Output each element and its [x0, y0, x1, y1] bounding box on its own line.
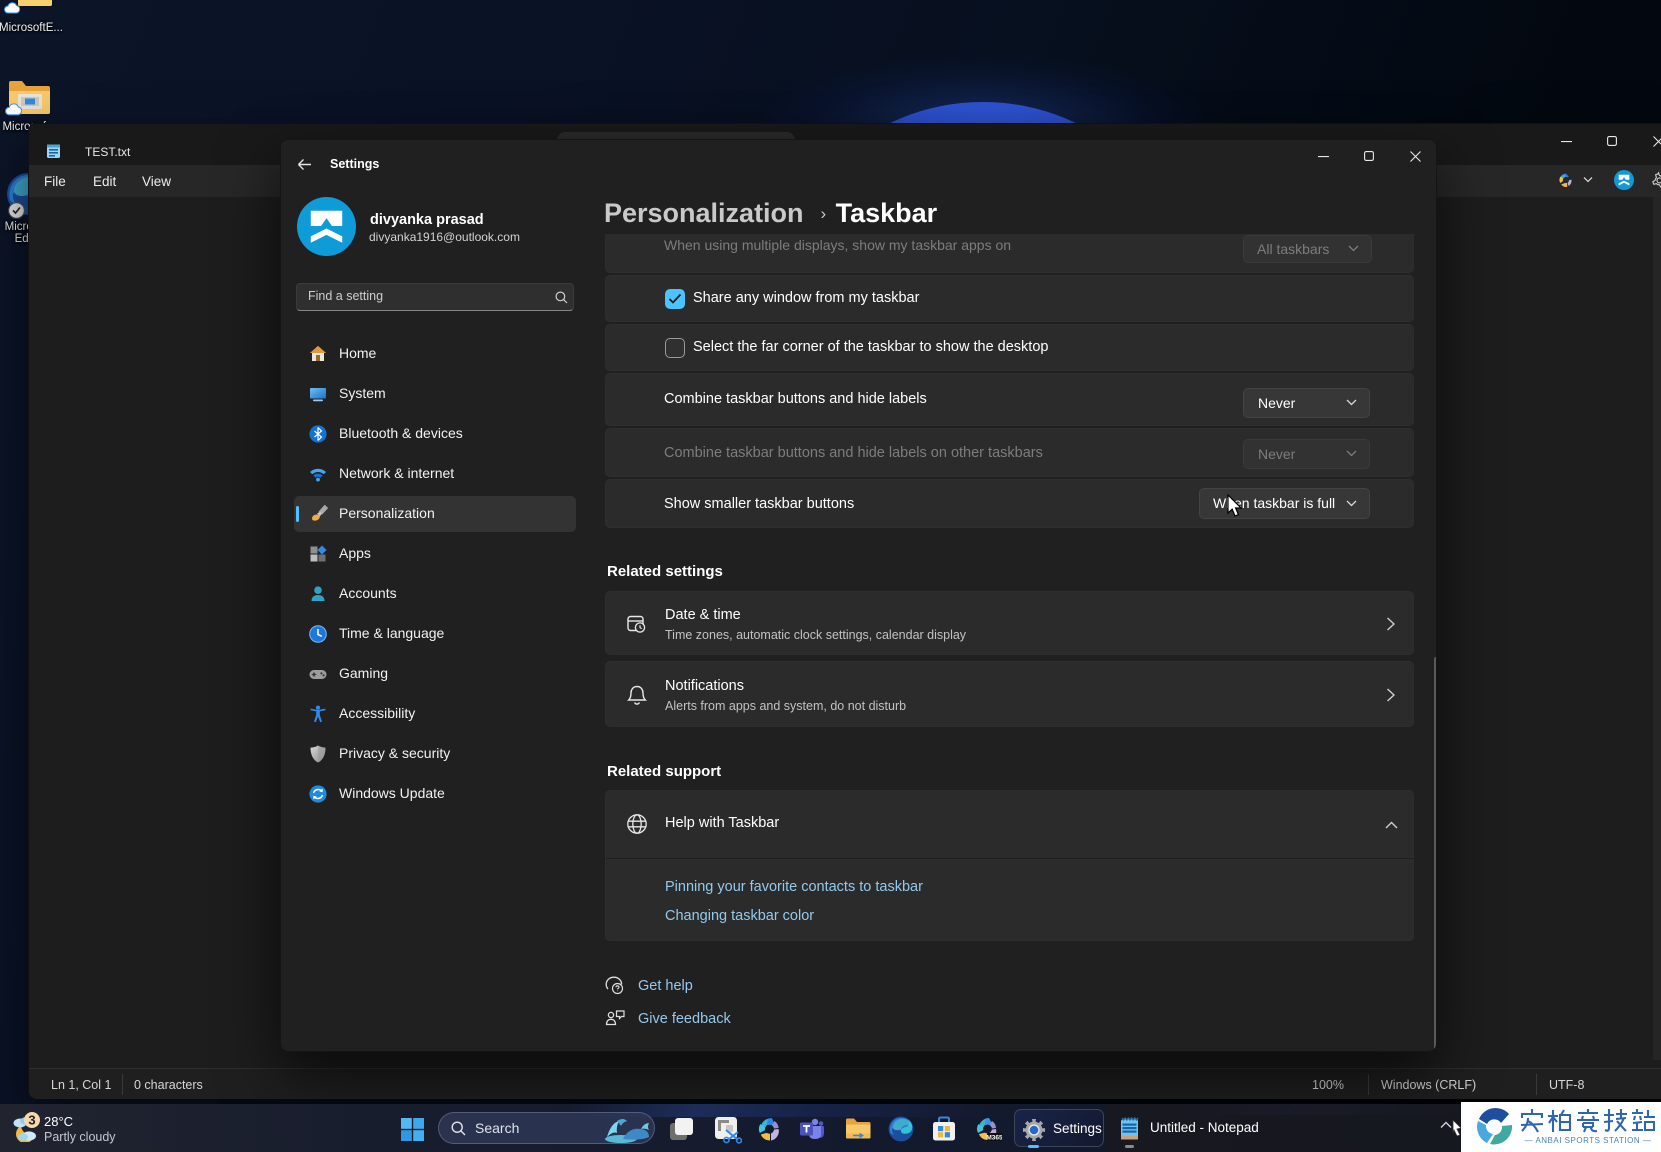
svg-text:M365: M365	[986, 1135, 1002, 1142]
svg-text:3: 3	[28, 1113, 35, 1128]
